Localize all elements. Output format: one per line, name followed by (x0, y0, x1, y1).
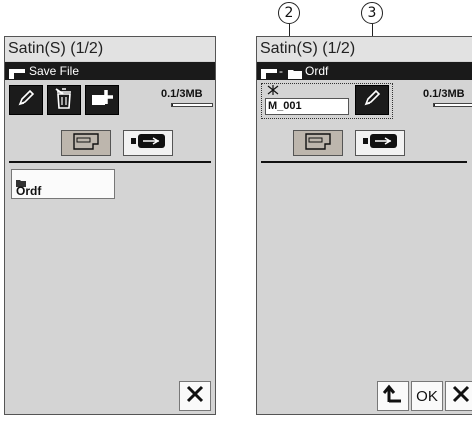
machine-icon (261, 66, 277, 84)
usb-button[interactable] (355, 130, 405, 156)
separator (261, 161, 467, 163)
folder-item[interactable]: Ordf (11, 169, 115, 199)
memory-usage-fill (172, 104, 174, 106)
usb-icon (363, 133, 397, 154)
header-label: Save File (29, 64, 80, 78)
breadcrumb-separator: - (279, 64, 283, 78)
rename-button[interactable] (355, 85, 389, 115)
folder-screen: Satin(S) (1/2) - Ordf M_001 0.1/3MB OK (256, 36, 472, 415)
pencil-icon (362, 88, 382, 113)
usb-icon (131, 133, 165, 154)
callout-3: 3 (361, 2, 383, 24)
memory-usage-bar (433, 103, 472, 107)
header-bar: Save File (5, 62, 215, 80)
pencil-icon (16, 88, 36, 113)
memory-usage-text: 0.1/3MB (161, 88, 203, 100)
back-arrow-icon (382, 384, 403, 409)
folder-plus-icon (91, 88, 113, 113)
close-button[interactable] (445, 381, 472, 411)
file-name: M_001 (265, 98, 349, 115)
separator (9, 161, 211, 163)
close-icon (186, 385, 204, 408)
close-icon (452, 385, 470, 408)
back-button[interactable] (377, 381, 409, 411)
machine-icon (9, 66, 25, 84)
machine-memory-button[interactable] (293, 130, 343, 156)
delete-button[interactable] (47, 85, 81, 115)
screen-title: Satin(S) (1/2) (257, 37, 472, 61)
memory-usage-text: 0.1/3MB (423, 88, 465, 100)
screen-title: Satin(S) (1/2) (5, 37, 215, 61)
usb-button[interactable] (123, 130, 173, 156)
machine-icon (73, 132, 99, 155)
breadcrumb: - Ordf (257, 62, 472, 80)
ok-button[interactable]: OK (411, 381, 443, 411)
memory-usage-fill (434, 104, 436, 106)
folder-icon (288, 66, 302, 84)
folder-name: Ordf (16, 184, 42, 198)
save-file-screen: Satin(S) (1/2) Save File 0.1/3MB Ordf (4, 36, 216, 415)
new-folder-button[interactable] (85, 85, 119, 115)
rename-button[interactable] (9, 85, 43, 115)
callout-2: 2 (278, 2, 300, 24)
memory-usage-bar (171, 103, 213, 107)
close-button[interactable] (179, 381, 211, 411)
machine-memory-button[interactable] (61, 130, 111, 156)
breadcrumb-folder: Ordf (305, 64, 329, 78)
machine-icon (305, 132, 331, 155)
file-thumbnail-icon (267, 85, 279, 98)
trash-icon (54, 87, 74, 114)
